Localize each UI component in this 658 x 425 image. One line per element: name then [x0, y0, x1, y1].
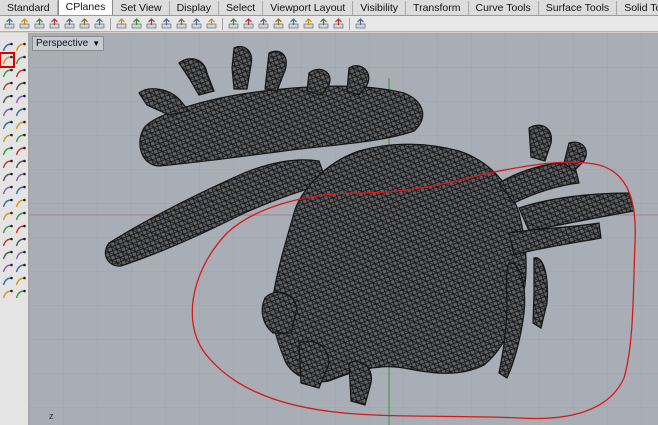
toolbar-separator	[349, 17, 350, 30]
cplane-world-top-icon[interactable]	[115, 17, 128, 30]
offset-curve-icon[interactable]	[14, 106, 26, 118]
cplane-rotate-icon[interactable]	[175, 17, 188, 30]
mirror-icon[interactable]	[1, 236, 13, 248]
box-icon[interactable]	[1, 145, 13, 157]
polygon-icon[interactable]	[1, 93, 13, 105]
cplane-world-right-icon[interactable]	[145, 17, 158, 30]
viewport-title-tab[interactable]: Perspective ▼	[32, 36, 105, 51]
tab-solid-tools[interactable]: Solid Tools	[617, 1, 658, 15]
cplane-zaxis-icon[interactable]	[48, 17, 61, 30]
text-icon[interactable]	[14, 249, 26, 261]
analyze-icon[interactable]	[1, 288, 13, 300]
cplane-previous-icon[interactable]	[317, 17, 330, 30]
explode-icon[interactable]	[14, 171, 26, 183]
mesh-icon[interactable]	[1, 171, 13, 183]
point-icon[interactable]	[14, 41, 26, 53]
rotate-icon[interactable]	[1, 223, 13, 235]
cplane-undo-icon[interactable]	[190, 17, 203, 30]
cplane-object-icon[interactable]	[63, 17, 76, 30]
properties-icon[interactable]	[14, 275, 26, 287]
cylinder-icon[interactable]	[1, 158, 13, 170]
cplane-3point-icon[interactable]	[18, 17, 31, 30]
plane-surface-icon[interactable]	[1, 119, 13, 131]
tab-set-view[interactable]: Set View	[113, 1, 170, 15]
arc-icon[interactable]	[14, 67, 26, 79]
tab-cplanes[interactable]: CPlanes	[57, 0, 114, 15]
cplane-world-front-icon[interactable]	[130, 17, 143, 30]
viewport-canvas[interactable]	[29, 33, 658, 425]
layer-icon[interactable]	[1, 275, 13, 287]
toolbar-separator	[110, 17, 111, 30]
tab-visibility[interactable]: Visibility	[353, 1, 407, 15]
tab-select[interactable]: Select	[219, 1, 264, 15]
tab-transform[interactable]: Transform	[406, 1, 469, 15]
render-icon[interactable]	[14, 288, 26, 300]
cplane-through-icon[interactable]	[287, 17, 300, 30]
tab-surface-tools[interactable]: Surface Tools	[539, 1, 618, 15]
cplane-curve-icon[interactable]	[78, 17, 91, 30]
rectangle-icon[interactable]	[1, 80, 13, 92]
split-icon[interactable]	[1, 197, 13, 209]
select-arrow-icon[interactable]	[1, 41, 13, 53]
dimension-icon[interactable]	[1, 249, 13, 261]
circle-icon[interactable]	[1, 67, 13, 79]
cplane-xaxis-icon[interactable]	[33, 17, 46, 30]
cplane-view-icon[interactable]	[93, 17, 106, 30]
copy-icon[interactable]	[14, 210, 26, 222]
main-tool-column	[0, 33, 29, 425]
tab-curve-tools[interactable]: Curve Tools	[469, 1, 539, 15]
boolean-union-icon[interactable]	[14, 158, 26, 170]
named-cplanes-icon[interactable]	[227, 17, 240, 30]
extend-curve-icon[interactable]	[1, 106, 13, 118]
lock-icon[interactable]	[14, 262, 26, 274]
world-axis-label: z	[49, 411, 54, 421]
cplanes-toolbar	[0, 16, 658, 32]
control-point-curve-icon[interactable]	[0, 52, 15, 68]
viewport-title: Perspective	[36, 38, 89, 49]
join-icon[interactable]	[1, 184, 13, 196]
trim-icon[interactable]	[14, 184, 26, 196]
ellipse-icon[interactable]	[14, 80, 26, 92]
scale-icon[interactable]	[14, 223, 26, 235]
cplane-3d-icon[interactable]	[272, 17, 285, 30]
loft-icon[interactable]	[1, 132, 13, 144]
group-icon[interactable]	[14, 197, 26, 209]
hide-icon[interactable]	[1, 262, 13, 274]
viewport-menu-arrow-icon[interactable]: ▼	[92, 37, 100, 50]
move-icon[interactable]	[1, 210, 13, 222]
gumball-icon[interactable]	[354, 17, 367, 30]
cplane-next-icon[interactable]	[332, 17, 345, 30]
cplane-elevator-icon[interactable]	[160, 17, 173, 30]
sweep-icon[interactable]	[14, 132, 26, 144]
cplane-redo-icon[interactable]	[205, 17, 218, 30]
toolbar-separator	[222, 17, 223, 30]
tab-viewport-layout[interactable]: Viewport Layout	[263, 1, 354, 15]
perspective-viewport[interactable]: Perspective ▼ z	[29, 33, 658, 425]
sphere-icon[interactable]	[14, 145, 26, 157]
cplane-perpendicular-icon[interactable]	[302, 17, 315, 30]
array-icon[interactable]	[14, 236, 26, 248]
extrude-icon[interactable]	[14, 119, 26, 131]
polyline-icon[interactable]	[14, 54, 26, 66]
open-cplane-icon[interactable]	[257, 17, 270, 30]
tab-standard[interactable]: Standard	[0, 1, 58, 15]
tab-display[interactable]: Display	[170, 1, 220, 15]
curve-fillet-icon[interactable]	[14, 93, 26, 105]
toolbar-tab-strip: Standard CPlanes Set View Display Select View…	[0, 0, 658, 16]
save-cplane-icon[interactable]	[242, 17, 255, 30]
cplane-origin-icon[interactable]	[3, 17, 16, 30]
